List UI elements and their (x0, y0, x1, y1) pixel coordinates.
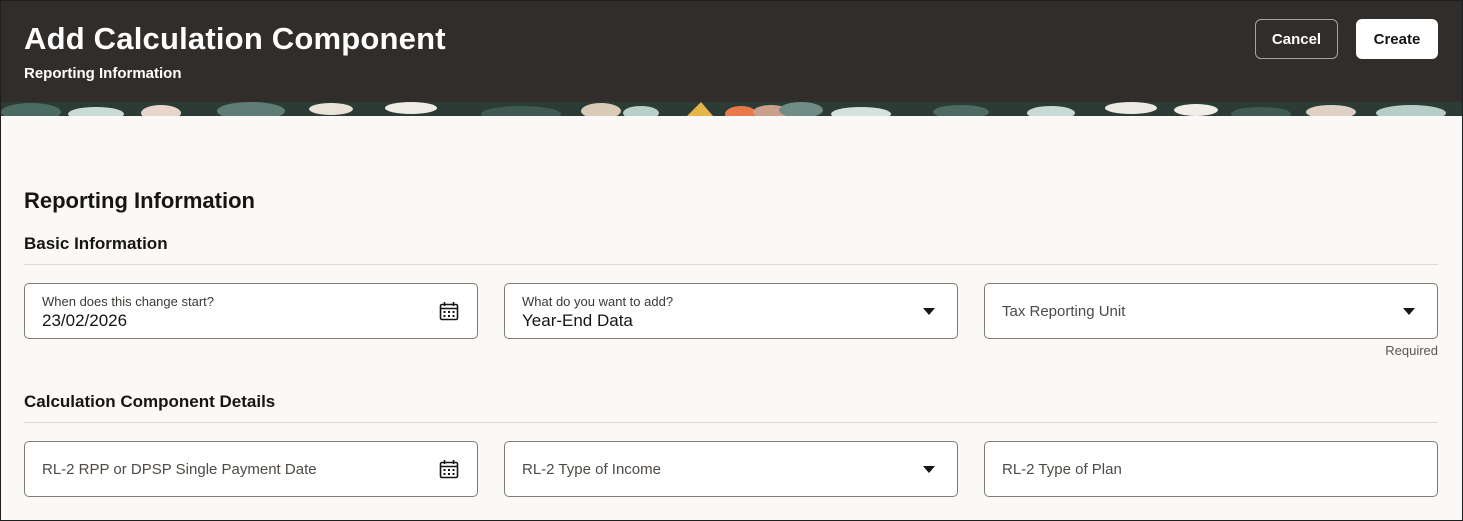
chevron-down-icon[interactable] (923, 308, 935, 315)
rl2-type-of-income-select[interactable]: RL-2 Type of Income (504, 441, 958, 497)
field-value: 23/02/2026 (42, 311, 128, 330)
calendar-icon[interactable] (439, 459, 459, 479)
basic-information-heading: Basic Information (24, 234, 168, 253)
page-subtitle: Reporting Information (24, 65, 182, 82)
chevron-down-icon[interactable] (1403, 308, 1415, 315)
page-title: Add Calculation Component (24, 21, 446, 56)
calculation-component-details-heading: Calculation Component Details (24, 392, 276, 411)
page-header: Add Calculation Component Reporting Info… (1, 1, 1462, 102)
field-placeholder: Tax Reporting Unit (1002, 303, 1126, 320)
change-start-date-field[interactable]: When does this change start? 23/02/2026 (24, 283, 478, 339)
field-placeholder: RL-2 RPP or DPSP Single Payment Date (42, 461, 317, 478)
tax-reporting-unit-select[interactable]: Tax Reporting Unit (984, 283, 1438, 339)
cancel-button[interactable]: Cancel (1255, 19, 1338, 59)
rl2-single-payment-date-field[interactable]: RL-2 RPP or DPSP Single Payment Date (24, 441, 478, 497)
field-value: Year-End Data (522, 311, 633, 330)
create-button[interactable]: Create (1356, 19, 1438, 59)
what-to-add-select[interactable]: What do you want to add? Year-End Data (504, 283, 958, 339)
calendar-icon[interactable] (439, 301, 459, 321)
divider (24, 264, 1438, 265)
decorative-banner (1, 102, 1462, 116)
chevron-down-icon[interactable] (923, 466, 935, 473)
divider (24, 422, 1438, 423)
page-frame: Add Calculation Component Reporting Info… (0, 0, 1463, 521)
section-title: Reporting Information (24, 188, 255, 213)
field-placeholder: RL-2 Type of Plan (1002, 461, 1122, 478)
field-label: What do you want to add? (522, 294, 674, 309)
rl2-type-of-plan-field[interactable]: RL-2 Type of Plan (984, 441, 1438, 497)
required-hint: Required (1385, 343, 1438, 358)
field-placeholder: RL-2 Type of Income (522, 461, 661, 478)
field-label: When does this change start? (42, 294, 214, 309)
